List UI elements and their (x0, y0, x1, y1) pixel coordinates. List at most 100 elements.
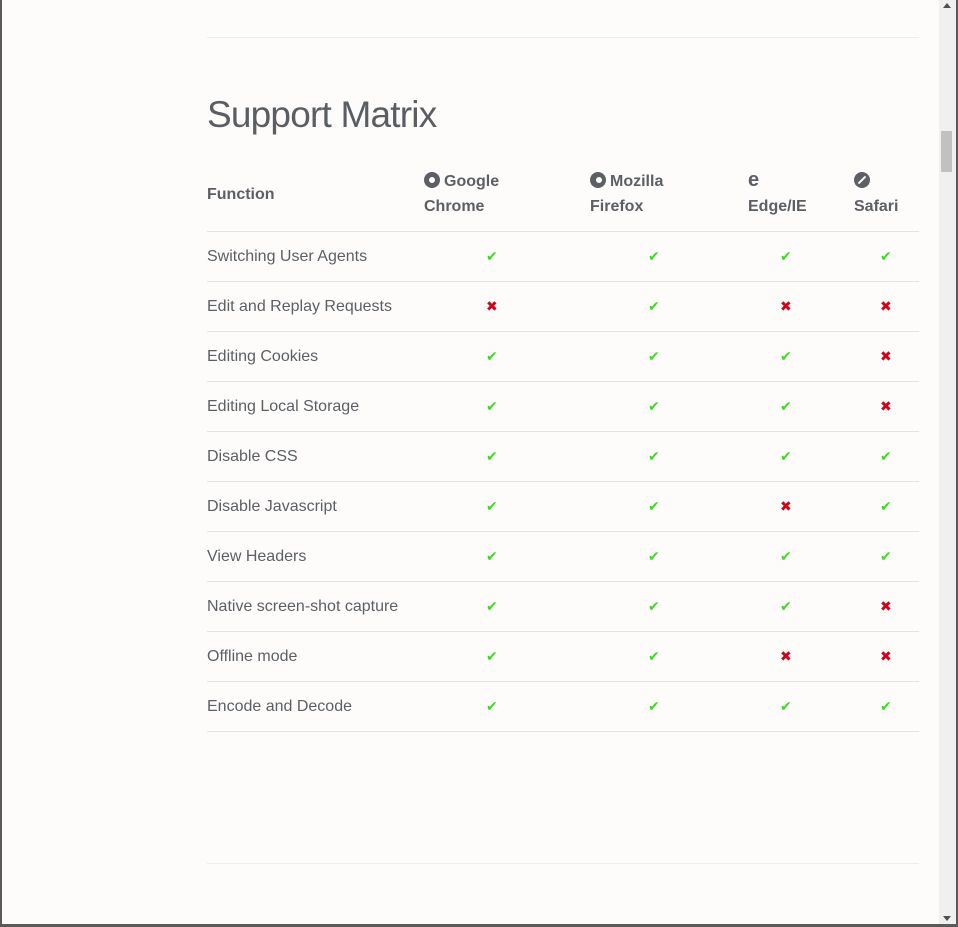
chrome-support-cell: ✔ (424, 681, 590, 732)
table-row: Switching User Agents ✔ ✔ ✔ ✔ (207, 231, 919, 282)
check-icon: ✔ (648, 598, 660, 614)
cross-icon: ✖ (880, 348, 892, 364)
function-cell: Editing Cookies (207, 331, 424, 382)
firefox-support-cell: ✔ (590, 681, 748, 732)
check-icon: ✔ (648, 648, 660, 664)
chrome-support-cell: ✔ (424, 431, 590, 482)
firefox-support-cell: ✔ (590, 281, 748, 332)
edge-support-cell: ✖ (748, 281, 854, 332)
edge-support-cell: ✔ (748, 331, 854, 382)
function-cell: View Headers (207, 531, 424, 582)
safari-support-cell: ✖ (854, 381, 919, 432)
function-cell: Editing Local Storage (207, 381, 424, 432)
check-icon: ✔ (780, 698, 792, 714)
safari-support-cell: ✔ (854, 531, 919, 582)
bottom-divider (207, 863, 919, 864)
function-cell: Switching User Agents (207, 231, 424, 282)
table-row: Offline mode ✔ ✔ ✖ ✖ (207, 631, 919, 682)
firefox-icon (590, 172, 606, 188)
firefox-support-cell: ✔ (590, 581, 748, 632)
function-cell: Disable CSS (207, 431, 424, 482)
safari-support-cell: ✔ (854, 681, 919, 732)
table-row: Editing Cookies ✔ ✔ ✔ ✖ (207, 331, 919, 382)
header-chrome-line1: Google (444, 173, 500, 190)
header-firefox-line1: Mozilla (610, 173, 664, 190)
function-cell: Disable Javascript (207, 481, 424, 532)
scroll-up-arrow-icon[interactable] (943, 3, 951, 8)
check-icon: ✔ (780, 348, 792, 364)
header-edge-line2: Edge/IE (748, 198, 807, 215)
safari-support-cell: ✔ (854, 481, 919, 532)
chrome-support-cell: ✔ (424, 631, 590, 682)
edge-support-cell: ✔ (748, 681, 854, 732)
header-edge: e Edge/IE (748, 157, 854, 232)
safari-support-cell: ✖ (854, 281, 919, 332)
edge-support-cell: ✔ (748, 231, 854, 282)
chrome-support-cell: ✔ (424, 231, 590, 282)
chrome-support-cell: ✔ (424, 381, 590, 432)
safari-icon (854, 172, 870, 188)
safari-support-cell: ✖ (854, 631, 919, 682)
cross-icon: ✖ (780, 648, 792, 664)
check-icon: ✔ (486, 448, 498, 464)
check-icon: ✔ (486, 648, 498, 664)
check-icon: ✔ (648, 548, 660, 564)
chrome-support-cell: ✖ (424, 281, 590, 332)
edge-support-cell: ✔ (748, 531, 854, 582)
check-icon: ✔ (486, 398, 498, 414)
check-icon: ✔ (648, 398, 660, 414)
scrollbar-thumb[interactable] (941, 131, 952, 172)
support-matrix-table: Function Google Chrome Mozilla Firefox e (207, 157, 919, 732)
table-row: Disable CSS ✔ ✔ ✔ ✔ (207, 431, 919, 482)
firefox-support-cell: ✔ (590, 231, 748, 282)
cross-icon: ✖ (780, 298, 792, 314)
chrome-support-cell: ✔ (424, 331, 590, 382)
firefox-support-cell: ✔ (590, 631, 748, 682)
header-safari: Safari (854, 157, 919, 232)
section-title: Support Matrix (207, 94, 437, 135)
function-cell: Edit and Replay Requests (207, 281, 424, 332)
check-icon: ✔ (880, 548, 892, 564)
check-icon: ✔ (648, 298, 660, 314)
check-icon: ✔ (780, 548, 792, 564)
table-row: Encode and Decode ✔ ✔ ✔ ✔ (207, 681, 919, 732)
cross-icon: ✖ (880, 298, 892, 314)
edge-support-cell: ✖ (748, 631, 854, 682)
check-icon: ✔ (486, 598, 498, 614)
table-row: Disable Javascript ✔ ✔ ✖ ✔ (207, 481, 919, 532)
safari-support-cell: ✔ (854, 231, 919, 282)
vertical-scrollbar[interactable] (939, 0, 956, 924)
chrome-support-cell: ✔ (424, 481, 590, 532)
check-icon: ✔ (648, 348, 660, 364)
check-icon: ✔ (780, 448, 792, 464)
cross-icon: ✖ (880, 598, 892, 614)
cross-icon: ✖ (486, 298, 498, 314)
table-row: View Headers ✔ ✔ ✔ ✔ (207, 531, 919, 582)
check-icon: ✔ (648, 698, 660, 714)
top-divider (207, 37, 919, 38)
page-window: Support Matrix Function Google Chrome Mo… (2, 0, 939, 924)
chrome-icon (424, 172, 440, 188)
check-icon: ✔ (780, 398, 792, 414)
safari-support-cell: ✖ (854, 331, 919, 382)
cross-icon: ✖ (780, 498, 792, 514)
check-icon: ✔ (880, 248, 892, 264)
firefox-support-cell: ✔ (590, 481, 748, 532)
edge-support-cell: ✖ (748, 481, 854, 532)
check-icon: ✔ (880, 698, 892, 714)
edge-icon: e (748, 169, 760, 191)
check-icon: ✔ (648, 248, 660, 264)
chrome-support-cell: ✔ (424, 531, 590, 582)
check-icon: ✔ (780, 248, 792, 264)
safari-support-cell: ✖ (854, 581, 919, 632)
scroll-down-arrow-icon[interactable] (943, 916, 951, 921)
firefox-support-cell: ✔ (590, 381, 748, 432)
check-icon: ✔ (486, 248, 498, 264)
cross-icon: ✖ (880, 648, 892, 664)
check-icon: ✔ (486, 348, 498, 364)
header-chrome: Google Chrome (424, 157, 590, 232)
check-icon: ✔ (648, 448, 660, 464)
table-row: Edit and Replay Requests ✖ ✔ ✖ ✖ (207, 281, 919, 332)
edge-support-cell: ✔ (748, 381, 854, 432)
check-icon: ✔ (880, 498, 892, 514)
